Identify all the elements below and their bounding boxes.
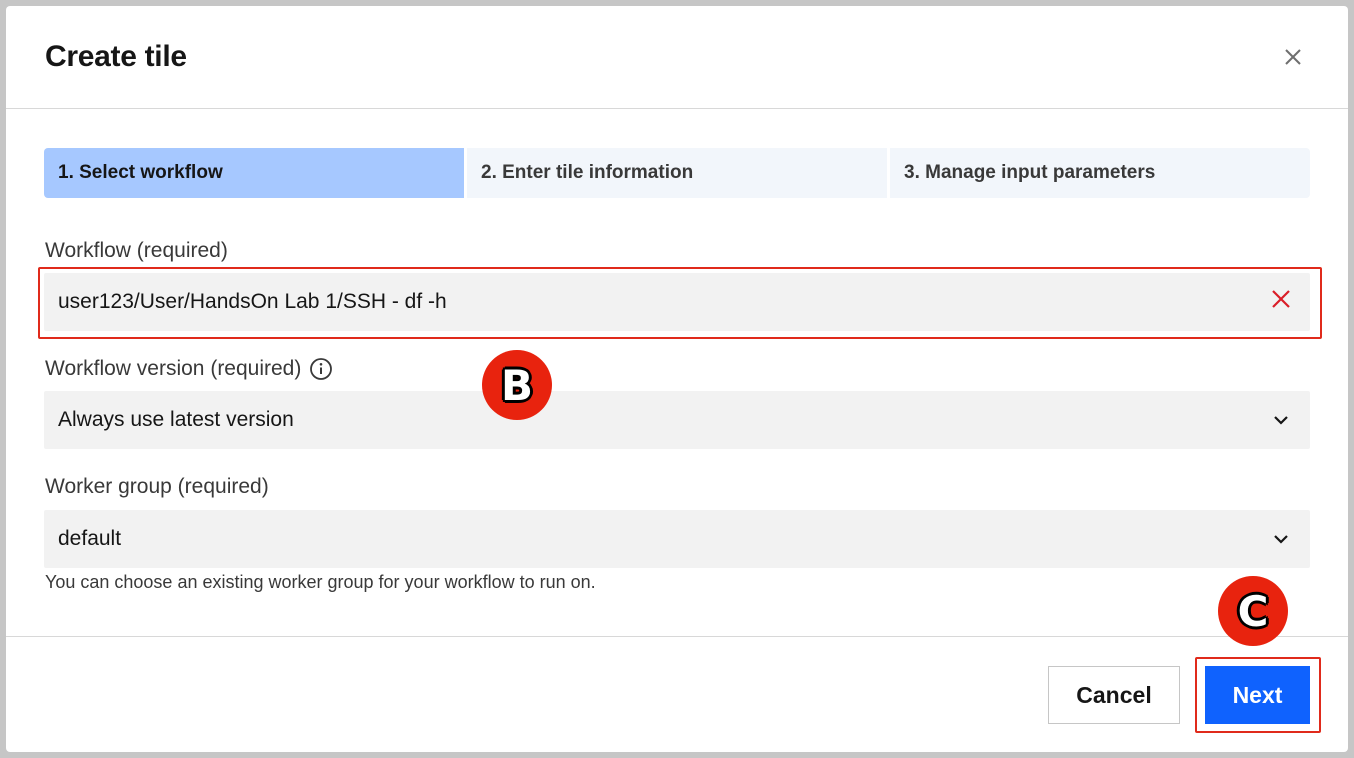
dialog-header: Create tile bbox=[6, 6, 1348, 109]
close-button[interactable] bbox=[1278, 42, 1308, 72]
annotation-marker-c: C bbox=[1218, 576, 1288, 646]
workflow-version-label-text: Workflow version (required) bbox=[45, 357, 302, 380]
worker-group-select[interactable]: default bbox=[44, 510, 1310, 568]
cancel-button[interactable]: Cancel bbox=[1048, 666, 1180, 724]
workflow-label: Workflow (required) bbox=[45, 239, 228, 263]
chevron-down-icon bbox=[1266, 405, 1296, 435]
worker-group-label: Worker group (required) bbox=[45, 475, 269, 499]
step-manage-input-parameters[interactable]: 3. Manage input parameters bbox=[890, 148, 1310, 198]
dialog-title: Create tile bbox=[45, 40, 187, 73]
close-icon bbox=[1278, 42, 1308, 72]
worker-group-helper-text: You can choose an existing worker group … bbox=[45, 572, 596, 592]
clear-button[interactable] bbox=[1266, 287, 1296, 317]
footer-divider bbox=[6, 636, 1348, 637]
progress-stepper: 1. Select workflow 2. Enter tile informa… bbox=[44, 148, 1310, 198]
workflow-input-value: user123/User/HandsOn Lab 1/SSH - df -h bbox=[58, 290, 447, 313]
step-enter-tile-information[interactable]: 2. Enter tile information bbox=[467, 148, 887, 198]
create-tile-dialog: Create tile 1. Select workflow 2. Enter … bbox=[6, 6, 1348, 752]
worker-group-value: default bbox=[58, 527, 122, 550]
step-select-workflow[interactable]: 1. Select workflow bbox=[44, 148, 464, 198]
info-icon[interactable] bbox=[309, 357, 333, 381]
workflow-input[interactable]: user123/User/HandsOn Lab 1/SSH - df -h bbox=[44, 273, 1310, 331]
annotation-marker-b: B bbox=[482, 350, 552, 420]
workflow-version-select[interactable]: Always use latest version bbox=[44, 391, 1310, 449]
worker-group-label-text: Worker group (required) bbox=[45, 475, 269, 498]
clear-icon bbox=[1270, 288, 1292, 316]
workflow-label-text: Workflow (required) bbox=[45, 239, 228, 262]
workflow-version-value: Always use latest version bbox=[58, 408, 294, 431]
next-button[interactable]: Next bbox=[1205, 666, 1310, 724]
workflow-version-label: Workflow version (required) bbox=[45, 357, 333, 381]
chevron-down-icon bbox=[1266, 524, 1296, 554]
